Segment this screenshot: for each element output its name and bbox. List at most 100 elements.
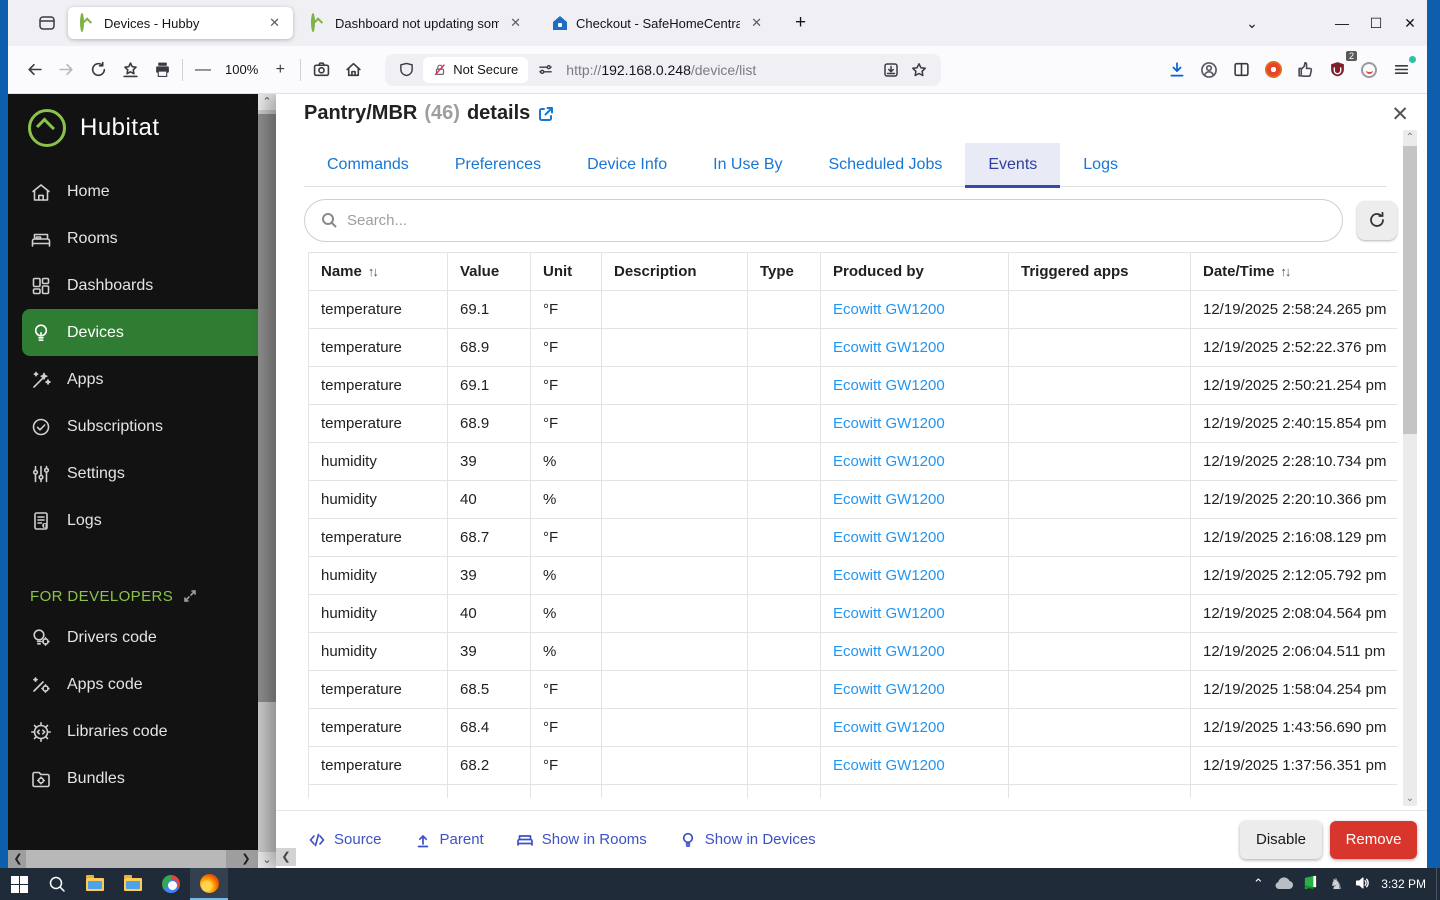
zoom-out-button[interactable]: —	[187, 54, 219, 86]
bookmark-star-icon[interactable]	[905, 54, 933, 86]
print-icon[interactable]	[146, 54, 178, 86]
show-in-devices-link[interactable]: Show in Devices	[679, 831, 816, 849]
tab-close-icon[interactable]: ✕	[748, 15, 765, 31]
tab-close-icon[interactable]: ✕	[507, 15, 524, 31]
section-for-developers[interactable]: FOR DEVELOPERS	[8, 584, 258, 608]
refresh-button[interactable]	[1357, 200, 1397, 240]
column-header[interactable]: Produced by	[820, 252, 1009, 291]
produced-by-link[interactable]: Ecowitt GW1200	[833, 453, 945, 470]
url-bar[interactable]: Not Secure http://192.168.0.248/device/l…	[385, 53, 942, 86]
browser-tab-dashboard[interactable]: Dashboard not updating some dev ✕	[299, 7, 534, 39]
events-search[interactable]	[304, 198, 1343, 242]
modal-vertical-scrollbar[interactable]: ⌃ ⌄	[1403, 130, 1417, 806]
minimize-button[interactable]: —	[1325, 15, 1359, 31]
tray-horse-icon[interactable]: ♞	[1323, 875, 1349, 893]
produced-by-link[interactable]: Ecowitt GW1200	[833, 681, 945, 698]
scrollbar-thumb[interactable]	[1403, 146, 1417, 434]
reader-sidebar-icon[interactable]	[1225, 54, 1257, 86]
page-vertical-scrollbar[interactable]: ⌃ ⌄	[258, 94, 276, 868]
browser-tab-devices[interactable]: Devices - Hubby ✕	[68, 7, 293, 39]
column-header[interactable]: Name ↑↓	[308, 252, 448, 291]
produced-by-link[interactable]: Ecowitt GW1200	[833, 605, 945, 622]
column-header[interactable]: Description	[601, 252, 748, 291]
sidebar-item-libraries-code[interactable]: Libraries code	[8, 708, 258, 755]
tab-scheduled-jobs[interactable]: Scheduled Jobs	[805, 143, 965, 186]
produced-by-link[interactable]: Ecowitt GW1200	[833, 757, 945, 774]
scroll-right-icon[interactable]: ❯	[238, 850, 254, 868]
produced-by-link[interactable]: Ecowitt GW1200	[833, 377, 945, 394]
sort-icon[interactable]: ↑↓	[1280, 264, 1291, 279]
file-explorer-icon[interactable]	[114, 868, 152, 900]
tab-in-use-by[interactable]: In Use By	[690, 143, 805, 186]
zoom-in-button[interactable]: +	[264, 54, 296, 86]
produced-by-link[interactable]: Ecowitt GW1200	[833, 301, 945, 318]
onedrive-icon[interactable]	[1271, 876, 1297, 893]
sort-icon[interactable]: ↑↓	[368, 264, 379, 279]
produced-by-link[interactable]: Ecowitt GW1200	[833, 719, 945, 736]
new-tab-button[interactable]: +	[787, 10, 814, 36]
shield-icon[interactable]	[393, 54, 419, 86]
column-header[interactable]: Value	[447, 252, 531, 291]
menu-icon[interactable]	[1385, 54, 1417, 86]
sidebar-horizontal-scrollbar[interactable]: ❮ ❯	[8, 850, 258, 868]
clock[interactable]: 3:32 PM	[1375, 877, 1436, 891]
disable-button[interactable]: Disable	[1240, 820, 1322, 859]
taskbar-search-icon[interactable]	[38, 868, 76, 900]
tab-preferences[interactable]: Preferences	[432, 143, 564, 186]
firefox-view-icon[interactable]	[32, 10, 62, 36]
column-header[interactable]: Triggered apps	[1008, 252, 1191, 291]
external-link-icon[interactable]	[537, 105, 555, 123]
tray-book-icon[interactable]	[1297, 875, 1323, 893]
tray-chevron-icon[interactable]: ⌃	[1245, 876, 1271, 892]
ublock-icon[interactable]: 2	[1321, 50, 1357, 86]
bookmarks-menu-icon[interactable]	[114, 54, 146, 86]
tab-close-icon[interactable]: ✕	[266, 15, 283, 31]
sidebar-item-devices[interactable]: Devices	[22, 309, 258, 356]
maximize-button[interactable]: ☐	[1359, 15, 1393, 32]
modal-close-icon[interactable]: ✕	[1391, 102, 1409, 127]
tab-device-info[interactable]: Device Info	[564, 143, 690, 186]
extension-orange-icon[interactable]	[1257, 54, 1289, 86]
scroll-down-icon[interactable]: ⌄	[258, 852, 276, 868]
sidebar-item-apps[interactable]: Apps	[8, 356, 258, 403]
sidebar-item-apps-code[interactable]: Apps code	[8, 661, 258, 708]
produced-by-link[interactable]: Ecowitt GW1200	[833, 643, 945, 660]
volume-icon[interactable]	[1349, 875, 1375, 894]
sidebar-item-subscriptions[interactable]: Subscriptions	[8, 403, 258, 450]
column-header[interactable]: Type	[747, 252, 821, 291]
show-in-rooms-link[interactable]: Show in Rooms	[516, 831, 647, 849]
search-input[interactable]	[347, 211, 1326, 229]
tab-commands[interactable]: Commands	[304, 143, 432, 186]
downloads-icon[interactable]	[1161, 54, 1193, 86]
sidebar-item-bundles[interactable]: Bundles	[8, 755, 258, 802]
reload-button[interactable]	[82, 54, 114, 86]
security-chip[interactable]: Not Secure	[423, 56, 529, 83]
scrollbar-thumb[interactable]	[258, 114, 276, 702]
permissions-icon[interactable]	[532, 54, 558, 86]
tab-logs[interactable]: Logs	[1060, 143, 1141, 186]
produced-by-link[interactable]: Ecowitt GW1200	[833, 529, 945, 546]
hubitat-brand[interactable]: Hubitat	[8, 94, 258, 156]
tab-events[interactable]: Events	[965, 143, 1061, 188]
firefox-icon[interactable]	[190, 868, 228, 900]
file-explorer-icon[interactable]	[76, 868, 114, 900]
sidebar-item-logs[interactable]: Logs	[8, 497, 258, 544]
sidebar-item-drivers-code[interactable]: Drivers code	[8, 614, 258, 661]
list-tabs-icon[interactable]: ⌄	[1235, 15, 1269, 32]
chrome-icon[interactable]	[152, 868, 190, 900]
back-button[interactable]	[18, 54, 50, 86]
sidebar-item-home[interactable]: Home	[8, 168, 258, 215]
start-button[interactable]	[0, 868, 38, 900]
extension-smile-icon[interactable]	[1353, 54, 1385, 86]
scroll-up-icon[interactable]: ⌃	[1403, 132, 1417, 143]
window-close-button[interactable]: ✕	[1393, 15, 1427, 32]
account-icon[interactable]	[1193, 54, 1225, 86]
source-link[interactable]: Source	[308, 831, 382, 849]
scrollbar-thumb[interactable]	[26, 850, 226, 868]
produced-by-link[interactable]: Ecowitt GW1200	[833, 339, 945, 356]
remove-button[interactable]: Remove	[1330, 820, 1417, 859]
scroll-up-icon[interactable]: ⌃	[258, 94, 276, 110]
produced-by-link[interactable]: Ecowitt GW1200	[833, 567, 945, 584]
produced-by-link[interactable]: Ecowitt GW1200	[833, 491, 945, 508]
screenshot-icon[interactable]	[305, 54, 337, 86]
